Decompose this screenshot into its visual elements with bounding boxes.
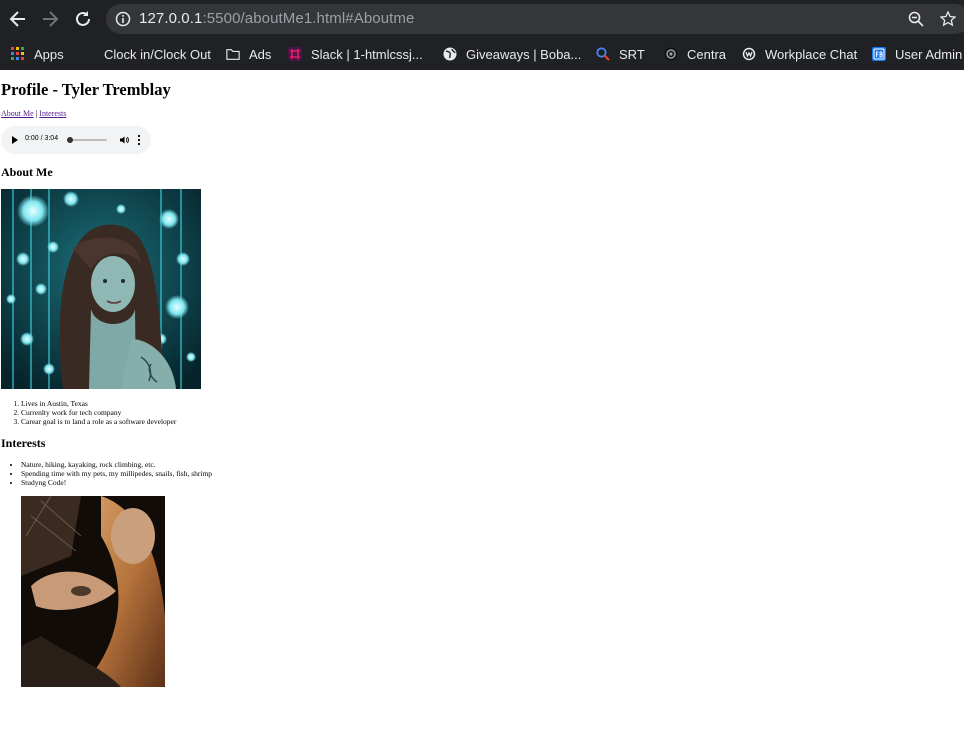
bookmark-label: Apps <box>34 46 64 62</box>
bookmark-workplace-chat[interactable]: Workplace Chat <box>742 43 857 65</box>
url-text[interactable]: 127.0.0.1:5500/aboutMe1.html#Aboutme <box>139 10 414 27</box>
list-item: Nature, hiking, kayaking, rock climbing,… <box>21 460 212 469</box>
slack-icon <box>288 47 302 61</box>
nav-separator: | <box>35 109 38 118</box>
audio-progress-slider[interactable] <box>67 137 107 143</box>
bookmarks-bar: Apps Clock in/Clock Out Ads Slack | 1-ht… <box>0 38 964 70</box>
profile-photo <box>1 189 201 389</box>
bookmark-giveaways[interactable]: Giveaways | Boba... <box>443 43 581 65</box>
interests-link[interactable]: Interests <box>39 109 66 118</box>
about-me-heading: About Me <box>1 165 53 179</box>
forward-button[interactable] <box>38 7 62 31</box>
apps-grid-icon <box>11 47 25 61</box>
search-magnifier-icon <box>596 47 610 61</box>
bookmark-apps[interactable]: Apps <box>11 43 64 65</box>
more-options-icon[interactable] <box>137 134 141 146</box>
arrow-left-icon <box>9 11 25 27</box>
bookmark-label: User Admin <box>895 46 963 62</box>
bookmark-label: Centra <box>687 46 727 62</box>
folder-icon <box>226 47 240 61</box>
interests-list: Nature, hiking, kayaking, rock climbing,… <box>21 460 212 487</box>
url-host: 127.0.0.1 <box>139 10 203 27</box>
list-item: Currenlty work for tech company <box>21 408 176 417</box>
bookmark-srt[interactable]: SRT <box>596 43 645 65</box>
list-item: Spending time with my pets, my millipede… <box>21 469 212 478</box>
reload-icon <box>76 11 90 26</box>
interests-photo <box>21 496 165 687</box>
workplace-icon <box>742 47 756 61</box>
bookmark-label: Workplace Chat <box>765 46 858 62</box>
list-item: Carear goal is to land a role as a softw… <box>21 417 176 426</box>
centra-icon <box>664 47 678 61</box>
fb-icon <box>872 47 886 61</box>
reload-button[interactable] <box>71 7 95 31</box>
about-me-list: Lives in Austin, Texas Currenlty work fo… <box>21 399 176 426</box>
list-item: Studyng Code! <box>21 478 212 487</box>
audio-time: 0:00 / 3:04 <box>25 135 59 142</box>
bookmark-clock-in[interactable]: Clock in/Clock Out <box>104 43 211 65</box>
arrow-right-icon <box>43 11 59 27</box>
browser-chrome: 127.0.0.1:5500/aboutMe1.html#Aboutme App… <box>0 0 964 70</box>
list-item: Lives in Austin, Texas <box>21 399 176 408</box>
address-bar[interactable]: 127.0.0.1:5500/aboutMe1.html#Aboutme <box>106 4 964 34</box>
url-path: :5500/aboutMe1.html#Aboutme <box>202 10 415 27</box>
star-icon[interactable] <box>940 11 956 27</box>
bookmark-label: Slack | 1-htmlcssj... <box>311 46 423 62</box>
page-title: Profile - Tyler Tremblay <box>1 80 171 99</box>
bookmark-label: Ads <box>249 46 272 62</box>
play-icon[interactable] <box>12 136 18 144</box>
about-me-link[interactable]: About Me <box>1 109 34 118</box>
globe-icon <box>443 47 457 61</box>
section-nav: About Me | Interests <box>1 109 66 118</box>
audio-progress-thumb[interactable] <box>67 137 73 143</box>
browser-toolbar: 127.0.0.1:5500/aboutMe1.html#Aboutme <box>0 0 964 38</box>
bookmark-centra[interactable]: Centra <box>664 43 726 65</box>
volume-icon[interactable] <box>119 135 129 145</box>
back-button[interactable] <box>6 7 30 31</box>
bookmark-label: Giveaways | Boba... <box>466 46 582 62</box>
bookmark-user-admin[interactable]: User Admin <box>872 43 962 65</box>
audio-player[interactable]: 0:00 / 3:04 <box>1 126 151 154</box>
interests-heading: Interests <box>1 436 46 450</box>
zoom-icon[interactable] <box>908 11 924 27</box>
bookmark-label: SRT <box>619 46 645 62</box>
bookmark-ads[interactable]: Ads <box>226 43 271 65</box>
info-icon[interactable] <box>115 11 131 27</box>
bookmark-label: Clock in/Clock Out <box>104 46 211 62</box>
page-content: Profile - Tyler Tremblay About Me | Inte… <box>0 70 964 733</box>
bookmark-slack[interactable]: Slack | 1-htmlcssj... <box>288 43 423 65</box>
